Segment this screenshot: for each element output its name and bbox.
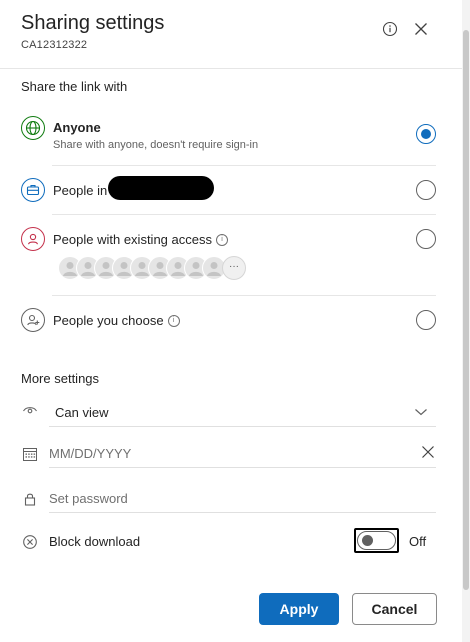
block-icon — [21, 533, 39, 551]
person-add-icon — [21, 308, 45, 332]
radio-existing-access[interactable] — [416, 229, 436, 249]
eye-icon — [21, 401, 39, 419]
field-divider — [49, 426, 436, 427]
more-settings-title: More settings — [21, 371, 100, 386]
calendar-icon — [21, 445, 39, 463]
row-divider — [52, 165, 436, 166]
close-icon[interactable] — [412, 20, 430, 38]
cancel-button[interactable]: Cancel — [352, 593, 437, 625]
redacted-organization-name — [108, 176, 214, 200]
option-label: Anyone — [53, 120, 101, 135]
row-divider — [52, 214, 436, 215]
header-divider — [0, 68, 462, 69]
clear-date-icon[interactable] — [421, 445, 435, 459]
globe-icon — [21, 116, 45, 140]
info-icon[interactable]: i — [215, 233, 228, 246]
page-subtitle: CA12312322 — [21, 39, 88, 51]
radio-people-in-org[interactable] — [416, 180, 436, 200]
radio-anyone[interactable] — [416, 124, 436, 144]
date-input[interactable] — [49, 444, 404, 462]
scrollbar[interactable] — [462, 0, 470, 642]
password-input[interactable] — [49, 489, 436, 507]
field-divider — [49, 467, 436, 468]
option-label: People you choose i — [53, 313, 180, 328]
option-label: People in — [53, 183, 108, 198]
block-download-toggle[interactable] — [357, 531, 396, 550]
apply-button[interactable]: Apply — [259, 593, 339, 625]
chevron-down-icon — [414, 404, 428, 416]
field-divider — [49, 512, 436, 513]
scrollbar-thumb[interactable] — [463, 30, 469, 590]
toggle-state-label: Off — [409, 534, 427, 549]
row-divider — [52, 295, 436, 296]
option-label-text: People with existing access — [53, 232, 212, 247]
option-label-text: People you choose — [53, 313, 164, 328]
toggle-knob — [362, 535, 373, 546]
info-icon[interactable]: i — [167, 314, 180, 327]
block-download-label: Block download — [49, 534, 141, 549]
page-title: Sharing settings — [21, 12, 165, 34]
lock-icon — [21, 490, 39, 508]
briefcase-icon — [21, 178, 45, 202]
option-label: People with existing access i — [53, 232, 228, 247]
person-icon — [21, 227, 45, 251]
sharing-settings-panel: Sharing settings CA12312322 Share the li… — [0, 0, 462, 642]
share-section-title: Share the link with — [21, 79, 128, 94]
info-icon[interactable] — [381, 20, 399, 38]
option-description: Share with anyone, doesn't require sign-… — [53, 139, 259, 151]
permission-value: Can view — [55, 405, 109, 420]
more-avatars-button[interactable]: ··· — [222, 256, 246, 280]
radio-people-you-choose[interactable] — [416, 310, 436, 330]
